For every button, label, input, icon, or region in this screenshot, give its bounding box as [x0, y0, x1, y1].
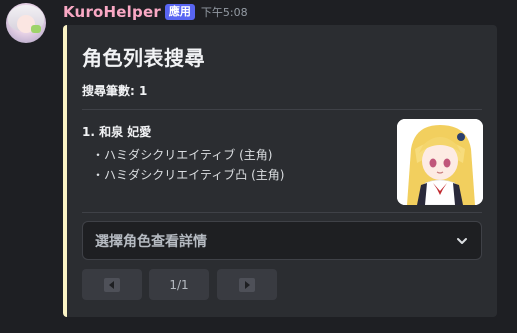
bot-avatar[interactable]: [6, 3, 46, 43]
embed-card: 角色列表搜尋 搜尋筆數: 1 1. 和泉 妃愛 ・ハミダシクリエイティブ (主角…: [63, 25, 497, 317]
character-illustration: [397, 119, 483, 205]
next-page-button[interactable]: [217, 269, 277, 300]
timestamp: 下午5:08: [200, 6, 248, 19]
game-entry: ・ハミダシクリエイティブ凸 (主角): [92, 168, 285, 182]
embed-title: 角色列表搜尋: [82, 46, 205, 70]
prev-page-button[interactable]: [82, 269, 142, 300]
username[interactable]: KuroHelper: [63, 3, 161, 21]
divider: [82, 109, 482, 110]
arrow-left-icon: [104, 277, 120, 292]
avatar-bow: [31, 25, 41, 33]
search-count: 搜尋筆數: 1: [82, 84, 148, 98]
message-header: KuroHelper 應用 下午5:08: [63, 2, 248, 22]
chevron-down-icon: [457, 237, 467, 244]
select-placeholder: 選擇角色查看詳情: [95, 233, 207, 250]
game-entry: ・ハミダシクリエイティブ (主角): [92, 148, 273, 162]
divider: [82, 212, 482, 213]
app-badge: 應用: [164, 4, 195, 20]
character-select-dropdown[interactable]: 選擇角色查看詳情: [82, 221, 482, 260]
character-thumbnail[interactable]: [397, 119, 483, 205]
arrow-right-icon: [239, 277, 255, 292]
character-name: 1. 和泉 妃愛: [82, 125, 152, 139]
page-label: 1/1: [169, 277, 189, 292]
page-indicator-button[interactable]: 1/1: [149, 269, 209, 300]
